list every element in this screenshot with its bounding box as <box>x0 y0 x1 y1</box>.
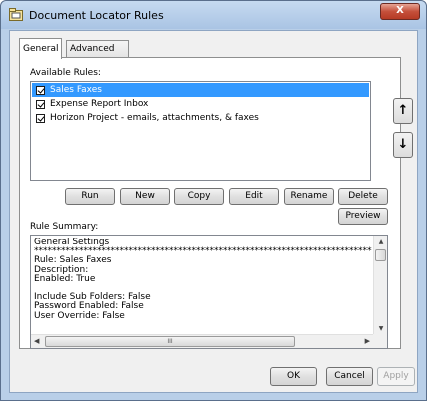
rule-checkbox[interactable] <box>36 113 45 123</box>
rule-summary-textbox[interactable]: General Settings ***********************… <box>30 235 388 349</box>
scroll-right-icon[interactable]: ▶ <box>365 337 370 345</box>
rules-list[interactable]: Sales Faxes Expense Report Inbox Horizon… <box>30 81 371 181</box>
horizontal-scroll-thumb[interactable]: III <box>45 336 295 347</box>
rule-checkbox[interactable] <box>36 85 45 95</box>
scroll-left-icon[interactable]: ◀ <box>34 337 39 345</box>
available-rules-label: Available Rules: <box>30 68 101 78</box>
rule-name: Expense Report Inbox <box>50 99 149 109</box>
tab-advanced[interactable]: Advanced <box>66 40 129 58</box>
preview-button[interactable]: Preview <box>338 208 388 225</box>
rule-name: Horizon Project - emails, attachments, &… <box>50 113 259 123</box>
vertical-scroll-thumb[interactable] <box>375 249 386 261</box>
horizontal-scrollbar[interactable]: ◀ III ▶ <box>31 334 373 348</box>
vertical-scrollbar[interactable]: ▲ ▼ <box>373 236 387 334</box>
scroll-up-icon[interactable]: ▲ <box>374 238 388 245</box>
rename-button[interactable]: Rename <box>284 188 334 205</box>
rule-checkbox[interactable] <box>36 99 45 109</box>
run-button[interactable]: Run <box>65 188 115 205</box>
folder-rules-icon <box>9 8 23 21</box>
rule-name: Sales Faxes <box>50 85 102 95</box>
rule-summary-text: General Settings ***********************… <box>34 238 372 321</box>
scroll-down-icon[interactable]: ▼ <box>374 325 388 332</box>
ok-button[interactable]: OK <box>270 367 317 386</box>
title-bar[interactable]: Document Locator Rules X <box>1 1 426 29</box>
copy-button[interactable]: Copy <box>174 188 224 205</box>
move-down-button[interactable]: ↓ <box>393 132 413 158</box>
new-button[interactable]: New <box>120 188 170 205</box>
tab-general[interactable]: General <box>19 38 63 59</box>
move-up-button[interactable]: ↑ <box>393 98 413 124</box>
close-button[interactable]: X <box>380 3 420 20</box>
list-item[interactable]: Horizon Project - emails, attachments, &… <box>32 111 369 125</box>
edit-button[interactable]: Edit <box>229 188 279 205</box>
cancel-button[interactable]: Cancel <box>326 367 373 386</box>
dialog-window: Document Locator Rules X General Advance… <box>0 0 427 401</box>
window-title: Document Locator Rules <box>29 9 164 22</box>
list-item[interactable]: Expense Report Inbox <box>32 97 369 111</box>
dialog-client: General Advanced Available Rules: Sales … <box>9 30 418 393</box>
rule-summary-label: Rule Summary: <box>30 222 99 232</box>
apply-button[interactable]: Apply <box>377 367 415 386</box>
scroll-corner <box>373 334 387 348</box>
scroll-grip: III <box>167 338 173 345</box>
delete-button[interactable]: Delete <box>338 188 388 205</box>
list-item[interactable]: Sales Faxes <box>32 83 369 97</box>
